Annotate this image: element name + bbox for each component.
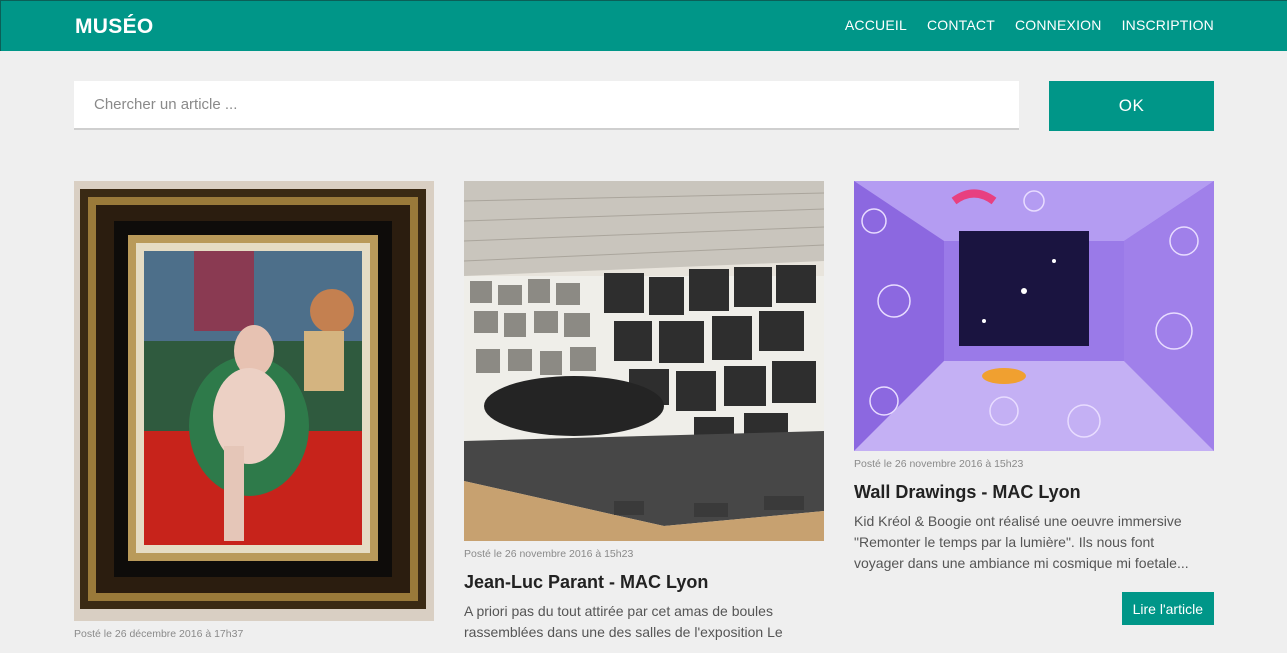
- article-image-painting[interactable]: [74, 181, 434, 621]
- article-date: Posté le 26 décembre 2016 à 17h37: [74, 628, 244, 640]
- read-article-button[interactable]: Lire l'article: [1121, 592, 1214, 625]
- article-excerpt: A priori pas du tout attirée par cet ama…: [464, 603, 783, 640]
- article-card-3[interactable]: Posté le 26 novembre 2016 à 15h23 Wall D…: [854, 181, 1214, 641]
- top-navbar: MUSÉO ACCUEIL CONTACT CONNEXION INSCRIPT…: [0, 0, 1287, 51]
- main-nav: ACCUEIL CONTACT CONNEXION INSCRIPTION: [845, 17, 1214, 33]
- nav-link-inscription[interactable]: INSCRIPTION: [1122, 17, 1214, 33]
- article-date: Posté le 26 novembre 2016 à 15h23: [854, 458, 1024, 470]
- search-submit-button[interactable]: OK: [1049, 81, 1214, 131]
- nav-link-contact[interactable]: CONTACT: [927, 17, 995, 33]
- site-logo[interactable]: MUSÉO: [75, 15, 154, 39]
- article-image-wall-drawings[interactable]: [854, 181, 1214, 451]
- nav-link-accueil[interactable]: ACCUEIL: [845, 17, 907, 33]
- article-title[interactable]: Jean-Luc Parant - MAC Lyon: [464, 572, 824, 593]
- article-card-2[interactable]: Posté le 26 novembre 2016 à 15h23 Jean-L…: [464, 181, 824, 643]
- nav-link-connexion[interactable]: CONNEXION: [1015, 17, 1102, 33]
- article-card-1[interactable]: Posté le 26 décembre 2016 à 17h37: [74, 181, 434, 640]
- article-excerpt: Kid Kréol & Boogie ont réalisé une oeuvr…: [854, 513, 1189, 571]
- search-input[interactable]: [74, 81, 1019, 130]
- article-date: Posté le 26 novembre 2016 à 15h23: [464, 548, 634, 560]
- article-title[interactable]: Wall Drawings - MAC Lyon: [854, 482, 1214, 503]
- article-image-installation[interactable]: [464, 181, 824, 541]
